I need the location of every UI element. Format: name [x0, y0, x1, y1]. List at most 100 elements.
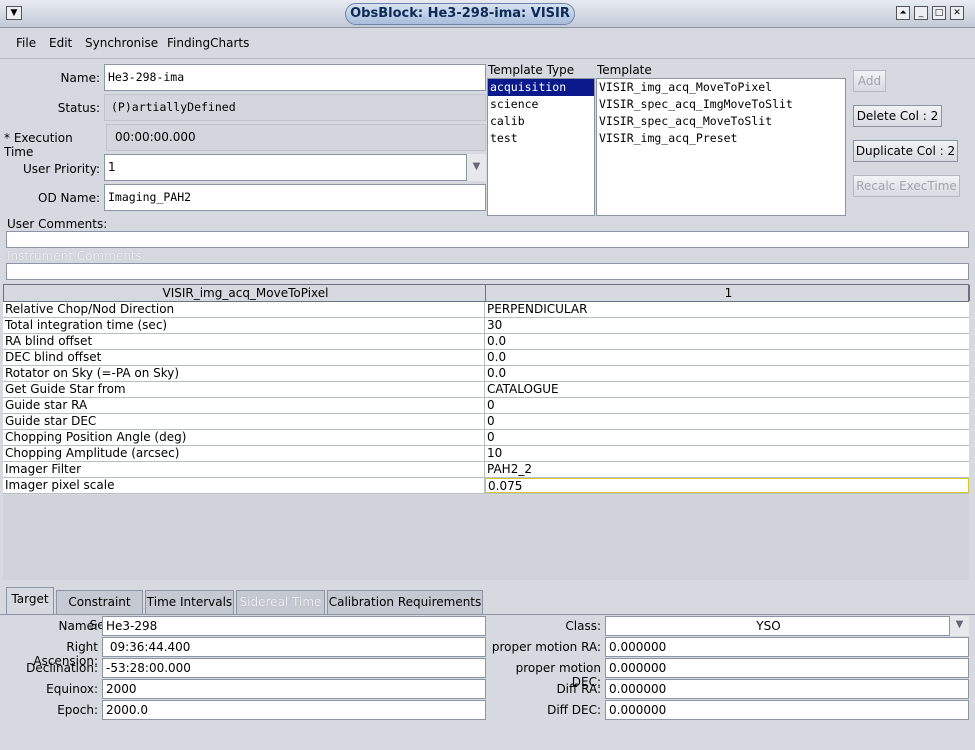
template-type-header: Template Type: [488, 63, 575, 77]
proper-motion-dec-input[interactable]: 0.000000: [605, 658, 969, 678]
column-header-1[interactable]: 1: [486, 285, 970, 301]
parameter-name-cell: Imager pixel scale: [3, 478, 485, 493]
parameter-value-cell[interactable]: 0: [485, 430, 969, 445]
template-item[interactable]: VISIR_spec_acq_MoveToSlit: [597, 113, 845, 130]
user-priority-label: User Priority:: [22, 162, 100, 176]
tab-time-intervals[interactable]: Time Intervals: [145, 590, 234, 614]
exec-time-value: 00:00:00.000: [106, 124, 486, 151]
menu-findingcharts[interactable]: FindingCharts: [167, 36, 249, 50]
proper-motion-ra-label: proper motion RA:: [491, 640, 601, 654]
diff-ra-label: Diff RA:: [556, 682, 601, 696]
add-button[interactable]: Add: [853, 70, 886, 92]
chevron-down-icon[interactable]: ▼: [949, 616, 969, 636]
declination-input[interactable]: -53:28:00.000: [102, 658, 486, 678]
instrument-comments-label: Instrument Comments :: [7, 249, 150, 263]
menu-file[interactable]: File: [16, 36, 36, 50]
epoch-label: Epoch:: [57, 703, 98, 717]
parameter-value-cell[interactable]: 0: [485, 398, 969, 413]
od-name-input[interactable]: Imaging_PAH2: [104, 184, 486, 211]
table-row: Chopping Amplitude (arcsec) 10: [3, 446, 969, 462]
table-row: Imager pixel scale 0.075: [3, 478, 969, 494]
user-comments-input[interactable]: [6, 231, 969, 248]
table-row: RA blind offset 0.0: [3, 334, 969, 350]
table-empty-area: [3, 495, 969, 580]
menu-synchronise[interactable]: Synchronise: [85, 36, 158, 50]
template-type-item[interactable]: science: [488, 96, 594, 113]
window-menu-chevron-icon[interactable]: ▼: [6, 6, 22, 20]
column-header-template[interactable]: VISIR_img_acq_MoveToPixel: [4, 285, 486, 301]
parameter-value-cell[interactable]: 0: [485, 414, 969, 429]
parameter-value-cell[interactable]: 0.075: [485, 478, 969, 493]
parameter-value-cell[interactable]: PERPENDICULAR: [485, 302, 969, 317]
tab-calibration-requirements[interactable]: Calibration Requirements: [327, 590, 483, 614]
shade-icon[interactable]: ⏶: [896, 6, 910, 20]
duplicate-col-button[interactable]: Duplicate Col : 2: [853, 140, 958, 162]
delete-col-button[interactable]: Delete Col : 2: [853, 105, 942, 127]
class-value: YSO: [756, 619, 781, 633]
parameter-name-cell: DEC blind offset: [3, 350, 485, 365]
parameter-value-cell[interactable]: 10: [485, 446, 969, 461]
parameter-name-cell: Imager Filter: [3, 462, 485, 477]
chevron-down-icon[interactable]: ▼: [466, 154, 486, 181]
table-row: Imager Filter PAH2_2: [3, 462, 969, 478]
table-header: VISIR_img_acq_MoveToPixel 1: [3, 284, 970, 302]
close-icon[interactable]: ✕: [950, 6, 964, 20]
template-type-item[interactable]: test: [488, 130, 594, 147]
equinox-input[interactable]: 2000: [102, 679, 486, 699]
parameter-value-cell[interactable]: 0.0: [485, 350, 969, 365]
target-name-label: Name:: [58, 619, 98, 633]
parameter-name-cell: RA blind offset: [3, 334, 485, 349]
diff-ra-input[interactable]: 0.000000: [605, 679, 969, 699]
epoch-input[interactable]: 2000.0: [102, 700, 486, 720]
template-type-item[interactable]: calib: [488, 113, 594, 130]
parameter-name-cell: Rotator on Sky (=-PA on Sky): [3, 366, 485, 381]
table-row: Rotator on Sky (=-PA on Sky) 0.0: [3, 366, 969, 382]
parameter-value-cell[interactable]: 30: [485, 318, 969, 333]
parameter-value-cell[interactable]: 0.0: [485, 366, 969, 381]
instrument-comments-input: [6, 263, 969, 280]
parameter-name-cell: Guide star DEC: [3, 414, 485, 429]
class-label: Class:: [565, 619, 601, 633]
exec-time-label: * Execution Time: [4, 131, 73, 159]
minimize-icon[interactable]: _: [914, 6, 928, 20]
table-row: DEC blind offset 0.0: [3, 350, 969, 366]
od-name-label: OD Name:: [38, 191, 100, 205]
proper-motion-ra-input[interactable]: 0.000000: [605, 637, 969, 657]
table-row: Get Guide Star from CATALOGUE: [3, 382, 969, 398]
class-select[interactable]: YSO: [605, 616, 969, 636]
parameter-name-cell: Get Guide Star from: [3, 382, 485, 397]
target-name-input[interactable]: He3-298: [102, 616, 486, 636]
parameter-name-cell: Chopping Position Angle (deg): [3, 430, 485, 445]
template-parameter-table: VISIR_img_acq_MoveToPixel 1 Relative Cho…: [3, 284, 970, 494]
menu-edit[interactable]: Edit: [49, 36, 72, 50]
window-title: ObsBlock: He3-298-ima: VISIR: [345, 3, 575, 25]
template-item[interactable]: VISIR_img_acq_MoveToPixel: [597, 79, 845, 96]
template-header: Template: [597, 63, 652, 77]
user-priority-select[interactable]: 1: [104, 154, 486, 181]
maximize-icon[interactable]: □: [932, 6, 946, 20]
table-row: Chopping Position Angle (deg) 0: [3, 430, 969, 446]
table-row: Total integration time (sec) 30: [3, 318, 969, 334]
name-input[interactable]: He3-298-ima: [104, 64, 486, 91]
template-item[interactable]: VISIR_spec_acq_ImgMoveToSlit: [597, 96, 845, 113]
right-ascension-input[interactable]: 09:36:44.400: [102, 637, 486, 657]
parameter-value-cell[interactable]: 0.0: [485, 334, 969, 349]
template-type-list[interactable]: acquisition science calib test: [487, 78, 595, 216]
user-comments-label: User Comments:: [7, 217, 108, 231]
template-item[interactable]: VISIR_img_acq_Preset: [597, 130, 845, 147]
diff-dec-input[interactable]: 0.000000: [605, 700, 969, 720]
tab-target[interactable]: Target: [6, 587, 54, 615]
parameter-value-cell[interactable]: CATALOGUE: [485, 382, 969, 397]
parameter-name-cell: Total integration time (sec): [3, 318, 485, 333]
tab-divider: [0, 614, 975, 615]
parameter-value-cell[interactable]: PAH2_2: [485, 462, 969, 477]
name-label: Name:: [60, 71, 100, 85]
recalc-exectime-button[interactable]: Recalc ExecTime: [853, 175, 960, 197]
tab-constraint-set[interactable]: Constraint Set: [56, 590, 143, 632]
parameter-name-cell: Guide star RA: [3, 398, 485, 413]
parameter-name-cell: Relative Chop/Nod Direction: [3, 302, 485, 317]
tab-sidereal-time: Sidereal Time: [236, 590, 325, 614]
template-list[interactable]: VISIR_img_acq_MoveToPixel VISIR_spec_acq…: [596, 78, 846, 216]
template-type-item[interactable]: acquisition: [488, 79, 594, 96]
status-label: Status:: [57, 101, 100, 115]
